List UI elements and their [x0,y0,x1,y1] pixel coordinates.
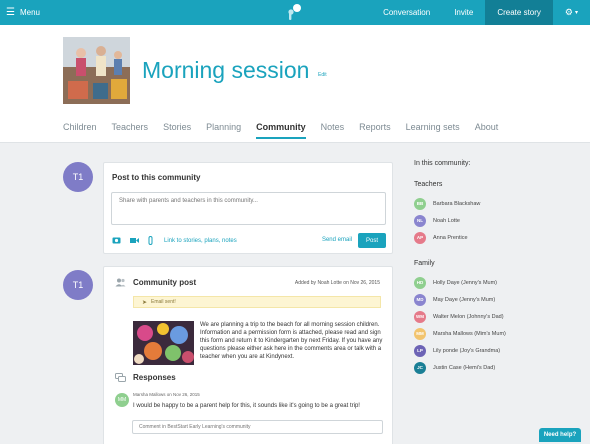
member-avatar: BB [414,197,426,210]
email-sent-label: Email sent! [151,299,176,305]
member-row[interactable]: NL Noah Lotte [414,212,584,229]
need-help-button[interactable]: Need help? [539,428,581,442]
composer-toolbar: Link to stories, plans, notes Send email… [112,233,386,249]
member-name: Walter Melon (Johnny's Dad) [433,313,504,320]
responses-heading: Responses [133,373,176,382]
tab-about[interactable]: About [475,122,499,139]
member-row[interactable]: HD Holly Daye (Jenny's Mum) [414,274,584,291]
member-row[interactable]: AP Anna Prentice [414,229,584,246]
tab-learning-sets[interactable]: Learning sets [406,122,460,139]
responder-avatar: MM [115,393,129,407]
member-avatar: JC [414,361,426,374]
tab-children[interactable]: Children [63,122,97,139]
section-tabs: Children Teachers Stories Planning Commu… [63,122,513,139]
top-navigation-bar: ☰ Menu Conversation Invite Create story … [0,0,590,25]
app-logo-icon[interactable] [284,3,304,21]
avatar: T1 [63,162,93,192]
member-name: Lily ponde (Joy's Grandma) [433,347,501,354]
member-name: Marsha Mallows (Mim's Mum) [433,330,506,337]
people-icon [115,278,126,287]
post-button[interactable]: Post [358,233,386,248]
response-meta: Marsha Mallows on Nov 26, 2015 [133,392,200,397]
tab-notes[interactable]: Notes [321,122,345,139]
member-name: Anna Prentice [433,234,468,241]
tab-reports[interactable]: Reports [359,122,391,139]
member-name: Noah Lotte [433,217,460,224]
link-to-stories[interactable]: Link to stories, plans, notes [164,238,237,244]
tab-planning[interactable]: Planning [206,122,241,139]
member-row[interactable]: WM Walter Melon (Johnny's Dad) [414,308,584,325]
hamburger-icon: ☰ [6,6,15,18]
comment-input[interactable] [132,420,383,434]
chevron-down-icon: ▾ [574,10,578,16]
group-photo [63,37,130,104]
comments-icon [115,373,126,382]
member-avatar: WM [414,310,426,323]
member-row[interactable]: BB Barbara Blackshaw [414,195,584,212]
member-row[interactable]: MD May Daye (Jenny's Mum) [414,291,584,308]
video-icon[interactable] [130,237,139,246]
post-body: We are planning a trip to the beach for … [200,322,383,360]
member-row[interactable]: LP Lily ponde (Joy's Grandma) [414,342,584,359]
member-name: Holly Daye (Jenny's Mum) [433,279,498,286]
send-email-link[interactable]: Send email [322,237,352,243]
family-heading: Family [414,260,435,267]
member-name: Barbara Blackshaw [433,200,481,207]
member-avatar: MM [414,327,426,340]
tab-stories[interactable]: Stories [163,122,191,139]
menu-button[interactable]: ☰ Menu [6,0,40,25]
camera-icon[interactable] [112,236,121,246]
member-avatar: HD [414,276,426,289]
member-avatar: MD [414,293,426,306]
edit-title-link[interactable]: Edit [318,72,327,78]
member-name: Justin Case (Hemi's Dad) [433,364,496,371]
member-row[interactable]: JC Justin Case (Hemi's Dad) [414,359,584,376]
page-title: Morning session [142,57,310,83]
community-post-card: Community post Added by Noah Lotte on No… [103,266,393,444]
member-row[interactable]: MM Marsha Mallows (Mim's Mum) [414,325,584,342]
paper-plane-icon: ➤ [142,299,148,306]
response-text: I would be happy to be a parent help for… [133,403,360,409]
teachers-heading: Teachers [414,181,443,188]
member-avatar: LP [414,344,426,357]
member-avatar: AP [414,231,426,244]
member-name: May Daye (Jenny's Mum) [433,296,496,303]
attachment-icon[interactable] [148,235,153,247]
member-avatar: NL [414,214,426,227]
settings-menu[interactable]: ⚙ ▾ [553,0,590,25]
post-input[interactable] [111,192,386,225]
group-header: Morning session Edit Children Teachers S… [0,25,590,143]
community-members-sidebar: In this community: Teachers BB Barbara Bl… [414,160,584,376]
tab-community[interactable]: Community [256,122,306,139]
avatar: T1 [63,270,93,300]
post-author-meta: Added by Noah Lotte on Nov 26, 2015 [294,280,380,286]
sidebar-heading: In this community: [414,160,471,167]
family-list: HD Holly Daye (Jenny's Mum) MD May Daye (Je… [414,274,584,376]
nav-conversation[interactable]: Conversation [371,0,442,25]
post-photo[interactable] [133,321,194,365]
top-nav-links: Conversation Invite Create story ⚙ ▾ [371,0,590,25]
post-title: Community post [133,278,197,287]
teachers-list: BB Barbara Blackshaw NL Noah Lotte AP Anna Pr… [414,195,584,246]
menu-label: Menu [19,8,40,17]
nav-invite[interactable]: Invite [442,0,485,25]
composer-title: Post to this community [112,173,201,182]
tab-teachers[interactable]: Teachers [112,122,149,139]
create-story-button[interactable]: Create story [485,0,553,25]
post-composer-card: Post to this community Link to stories, … [103,162,393,254]
email-sent-banner: ➤ Email sent! [133,296,381,308]
gear-icon: ⚙ [564,7,573,17]
